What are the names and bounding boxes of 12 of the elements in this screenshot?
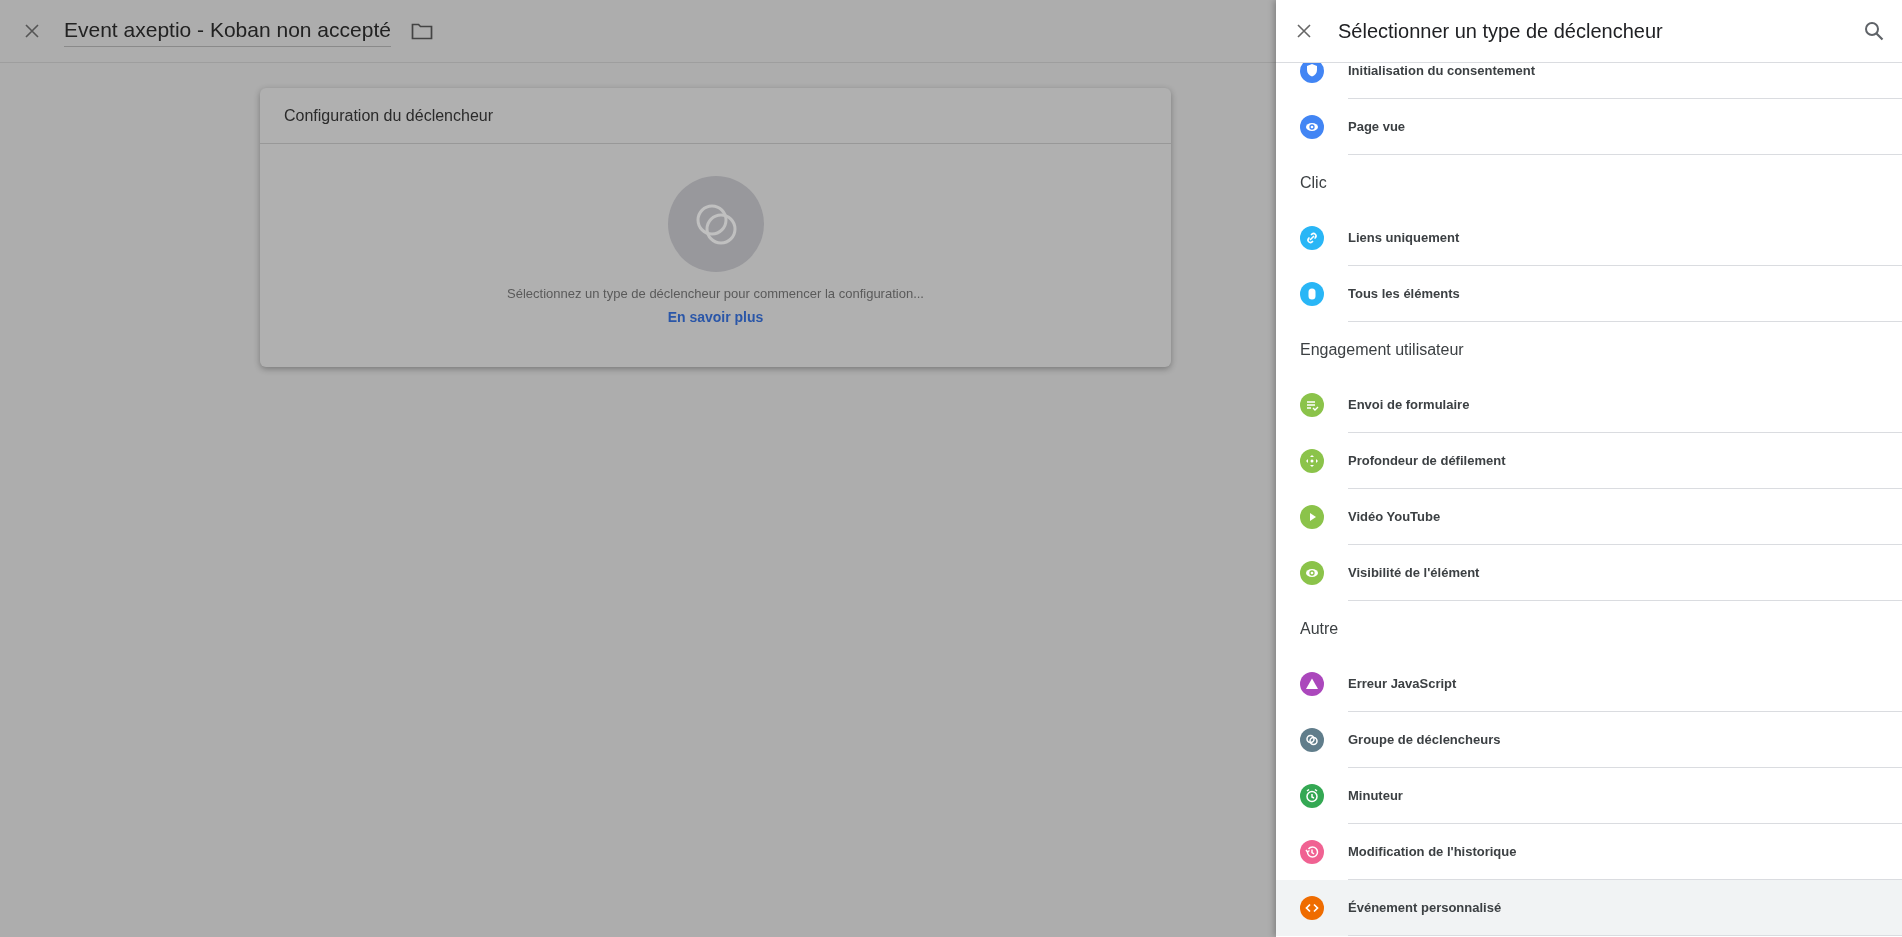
search-icon xyxy=(1864,21,1884,41)
section-heading: Clic xyxy=(1299,172,1328,193)
section-heading: Autre xyxy=(1299,618,1340,639)
empty-message: Sélectionnez un type de déclencheur pour commencer la configuration... xyxy=(507,286,924,301)
trigger-group-icon xyxy=(667,176,764,272)
close-icon xyxy=(24,23,40,39)
title-field[interactable]: Event axeptio - Koban non accepté xyxy=(64,15,391,47)
close-icon xyxy=(1296,23,1312,39)
panel-title: Sélectionner un type de déclencheur xyxy=(1338,19,1664,43)
section-heading: Engagement utilisateur xyxy=(1299,339,1465,360)
card-title: Configuration du déclencheur xyxy=(260,88,1171,144)
folder-icon xyxy=(410,22,433,40)
